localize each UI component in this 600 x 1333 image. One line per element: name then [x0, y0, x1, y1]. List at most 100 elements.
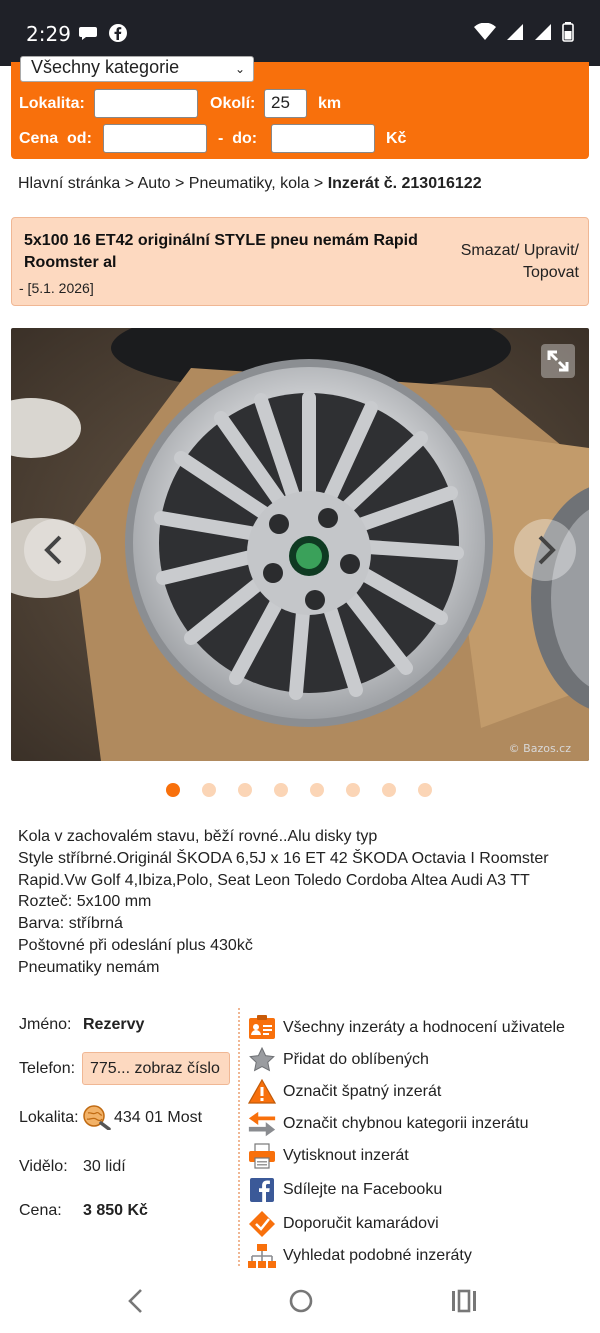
- currency-label: Kč: [386, 130, 407, 147]
- user-list-icon: [247, 1013, 277, 1043]
- description-line: Kola v zachovalém stavu, běží rovné..Alu…: [18, 828, 378, 845]
- breadcrumb-current: Inzerát č. 213016122: [327, 175, 482, 192]
- listing-title: 5x100 16 ET42 originální STYLE pneu nemá…: [24, 232, 418, 271]
- lokalita-input[interactable]: [94, 89, 198, 118]
- previous-image-button[interactable]: [24, 519, 86, 581]
- action-print[interactable]: Vytisknout inzerát: [247, 1141, 409, 1171]
- action-find-similar[interactable]: Vyhledat podobné inzeráty: [247, 1241, 472, 1271]
- show-phone-button[interactable]: 775... zobraz číslo: [82, 1052, 230, 1085]
- description-line: Barva: stříbrná: [18, 915, 123, 933]
- sitemap-icon: [247, 1241, 277, 1271]
- cena-label: Cena:: [19, 1202, 62, 1219]
- breadcrumb-auto[interactable]: Auto: [138, 175, 171, 192]
- okoli-label: Okolí:: [210, 95, 256, 112]
- recommend-icon: [247, 1209, 277, 1239]
- description-line: Poštovné při odeslání plus 430kč: [18, 936, 253, 954]
- breadcrumb-separator: >: [313, 175, 324, 192]
- system-navigation-bar: [0, 1270, 600, 1333]
- gallery-dot[interactable]: [274, 783, 288, 797]
- breadcrumb: Hlavní stránka > Auto > Pneumatiky, kola…: [18, 175, 482, 193]
- action-label: Vytisknout inzerát: [283, 1147, 409, 1164]
- category-select[interactable]: Všechny kategorie ⌄: [20, 56, 254, 82]
- listing-date: - [5.1. 2026]: [19, 280, 94, 296]
- details-divider: [238, 1008, 240, 1266]
- listing-header: 5x100 16 ET42 originální STYLE pneu nemá…: [11, 217, 589, 306]
- home-circle-icon: [289, 1289, 313, 1313]
- action-label: Sdílejte na Facebooku: [283, 1181, 443, 1198]
- lokalita-detail-label: Lokalita:: [19, 1109, 79, 1126]
- battery-icon: [562, 22, 574, 42]
- status-time: 2:29: [26, 22, 71, 46]
- next-image-button[interactable]: [514, 519, 576, 581]
- signal-icon: [507, 24, 523, 40]
- lokalita-detail-value[interactable]: 434 01 Most: [114, 1109, 202, 1127]
- star-icon: [247, 1045, 277, 1075]
- map-search-icon[interactable]: [82, 1104, 112, 1135]
- chevron-right-icon: [538, 535, 556, 565]
- signal-icon: [535, 24, 551, 40]
- gallery-dot[interactable]: [346, 783, 360, 797]
- cena-od-input[interactable]: [103, 124, 207, 153]
- cena-do-label: - do:: [218, 130, 258, 147]
- cena-od-label: Cena od:: [19, 130, 92, 147]
- expand-icon: [547, 350, 569, 372]
- okoli-input[interactable]: 25: [264, 89, 307, 118]
- status-icons: [474, 22, 574, 42]
- chat-notification-icon: [78, 23, 98, 48]
- action-label: Vyhledat podobné inzeráty: [283, 1247, 472, 1264]
- gallery-dot[interactable]: [202, 783, 216, 797]
- photo-watermark: © Bazos.cz: [509, 742, 572, 755]
- action-share-facebook[interactable]: Sdílejte na Facebooku: [247, 1175, 442, 1205]
- recents-nav-button[interactable]: [450, 1286, 478, 1321]
- recents-icon: [452, 1289, 476, 1313]
- chevron-down-icon: ⌄: [234, 62, 245, 76]
- gallery-pagination: [166, 783, 432, 797]
- lokalita-label: Lokalita:: [19, 95, 85, 112]
- videlo-label: Vidělo:: [19, 1158, 68, 1175]
- listing-photo[interactable]: © Bazos.cz: [11, 328, 589, 761]
- warning-icon: [247, 1077, 277, 1107]
- gallery-dot[interactable]: [166, 783, 180, 797]
- action-label: Označit chybnou kategorii inzerátu: [283, 1115, 529, 1132]
- description-line: Rozteč: 5x100 mm: [18, 893, 152, 911]
- cena-do-input[interactable]: [271, 124, 375, 153]
- gallery-dot[interactable]: [310, 783, 324, 797]
- telefon-label: Telefon:: [19, 1060, 76, 1077]
- breadcrumb-category[interactable]: Pneumatiky, kola: [189, 175, 310, 192]
- action-report-listing[interactable]: Označit špatný inzerát: [247, 1077, 441, 1107]
- jmeno-value: Rezervy: [83, 1016, 145, 1033]
- action-all-listings[interactable]: Všechny inzeráty a hodnocení uživatele: [247, 1013, 565, 1043]
- printer-icon: [247, 1141, 277, 1171]
- breadcrumb-home[interactable]: Hlavní stránka: [18, 175, 120, 192]
- back-icon: [128, 1289, 142, 1313]
- facebook-notification-icon: [108, 23, 128, 48]
- back-nav-button[interactable]: [124, 1286, 148, 1321]
- search-panel: Všechny kategorie ⌄ Lokalita: Okolí: 25 …: [11, 56, 589, 159]
- videlo-value: 30 lidí: [83, 1158, 126, 1175]
- action-label: Všechny inzeráty a hodnocení uživatele: [283, 1019, 565, 1036]
- action-label: Označit špatný inzerát: [283, 1083, 442, 1100]
- wifi-icon: [474, 23, 496, 40]
- home-nav-button[interactable]: [287, 1286, 315, 1321]
- facebook-icon: [247, 1175, 277, 1205]
- description-line: Pneumatiky nemám: [18, 958, 160, 976]
- description-line: Style stříbrné.Originál ŠKODA 6,5J x 16 …: [18, 849, 549, 867]
- breadcrumb-separator: >: [124, 175, 135, 192]
- action-label: Doporučit kamarádovi: [283, 1215, 439, 1232]
- jmeno-label: Jméno:: [19, 1016, 72, 1033]
- action-add-favorite[interactable]: Přidat do oblíbených: [247, 1045, 429, 1075]
- gallery-dot[interactable]: [238, 783, 252, 797]
- fullscreen-button[interactable]: [541, 344, 575, 378]
- swap-arrows-icon: [247, 1109, 277, 1139]
- action-wrong-category[interactable]: Označit chybnou kategorii inzerátu: [247, 1109, 528, 1139]
- description-line: Rapid.Vw Golf 4,Ibiza,Polo, Seat Leon To…: [18, 871, 530, 889]
- okoli-unit: km: [318, 95, 342, 112]
- gallery-dot[interactable]: [418, 783, 432, 797]
- listing-edit-actions[interactable]: Smazat/ Upravit/ Topovat: [429, 240, 579, 284]
- action-label: Přidat do oblíbených: [283, 1051, 429, 1068]
- listing-description: Kola v zachovalém stavu, běží rovné..Alu…: [18, 826, 578, 979]
- breadcrumb-separator: >: [175, 175, 185, 192]
- gallery-dot[interactable]: [382, 783, 396, 797]
- cena-value: 3 850 Kč: [83, 1202, 148, 1219]
- action-recommend-friend[interactable]: Doporučit kamarádovi: [247, 1209, 439, 1239]
